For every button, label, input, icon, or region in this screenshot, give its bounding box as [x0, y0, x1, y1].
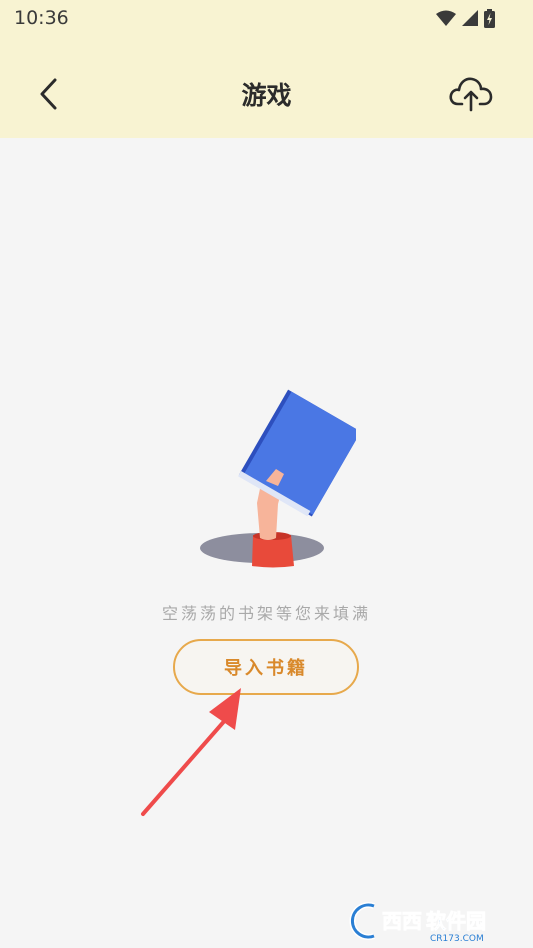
annotation-arrow: [141, 688, 241, 816]
svg-text:CR173.COM: CR173.COM: [430, 934, 484, 944]
cloud-upload-icon: [449, 77, 493, 112]
app-bar: 游戏: [0, 36, 533, 138]
cloud-upload-button[interactable]: [447, 72, 495, 116]
empty-shelf-message: 空荡荡的书架等您来填满: [161, 604, 371, 623]
book-icon: [238, 389, 356, 517]
status-icons: [436, 8, 495, 28]
status-bar: 10:36: [0, 0, 533, 36]
battery-charging-icon: [484, 8, 495, 28]
svg-text:西西: 西西: [382, 909, 422, 933]
empty-bookshelf-illustration: [200, 389, 356, 568]
watermark-logo: 西西 软件园 CR173.COM: [349, 902, 486, 944]
status-time: 10:36: [14, 7, 69, 29]
signal-icon: [462, 10, 478, 26]
wifi-icon: [436, 10, 456, 26]
svg-text:软件园: 软件园: [426, 909, 486, 933]
